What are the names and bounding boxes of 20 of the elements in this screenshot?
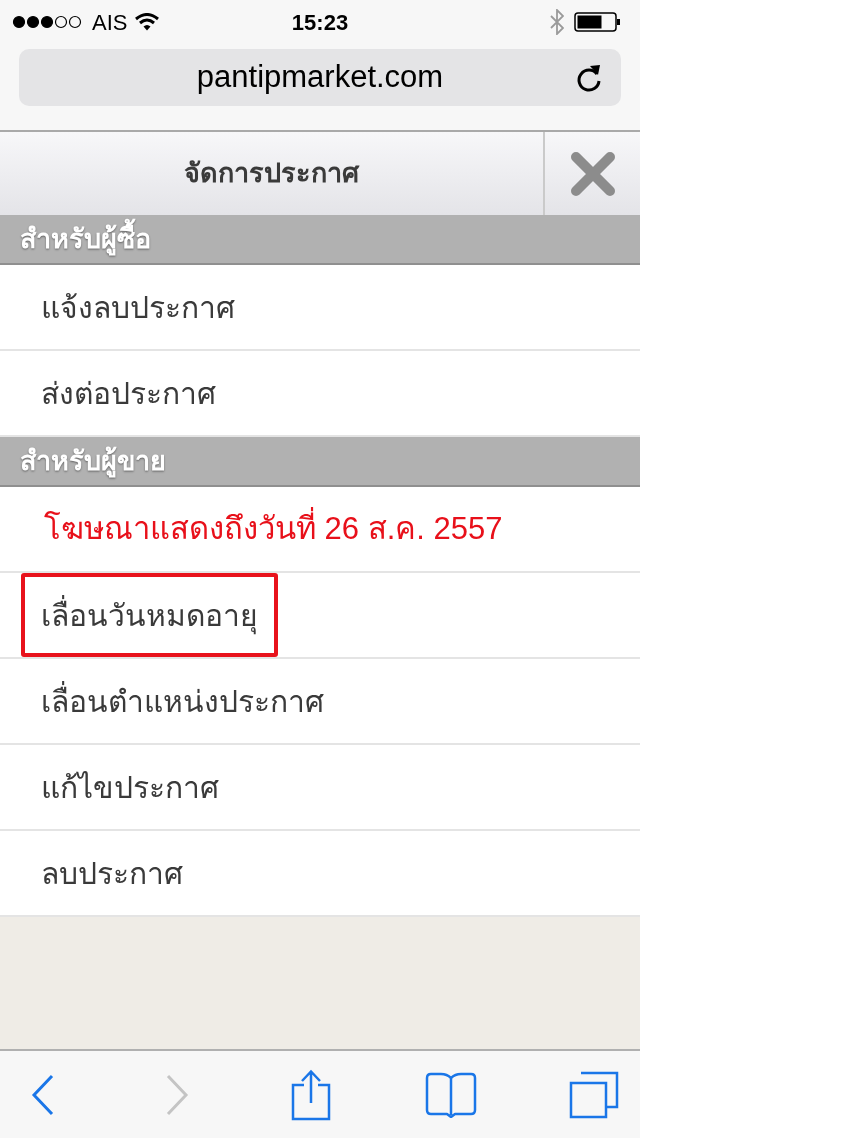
chevron-left-icon — [31, 1073, 55, 1116]
close-icon — [569, 150, 616, 197]
header-title: จัดการประกาศ — [184, 157, 359, 191]
section-header: สำหรับผู้ขาย — [0, 437, 640, 487]
chevron-right-icon — [165, 1073, 189, 1116]
bluetooth-icon — [550, 9, 564, 35]
battery-icon — [574, 12, 620, 32]
clock-time: 15:23 — [291, 8, 349, 37]
address-bar[interactable]: pantipmarket.com — [19, 49, 621, 106]
wifi-icon — [135, 13, 160, 31]
signal-strength-icon — [12, 15, 84, 29]
reload-icon — [575, 62, 603, 93]
open-book-icon — [425, 1071, 477, 1118]
overlapping-squares-icon — [569, 1070, 619, 1119]
section-header: สำหรับผู้ซื้อ — [0, 215, 640, 265]
carrier-name: AIS — [92, 8, 128, 37]
menu-item[interactable]: เลื่อนวันหมดอายุ — [0, 573, 640, 659]
expiry-notice: โฆษณาแสดงถึงวันที่ 26 ส.ค. 2557 — [44, 505, 503, 553]
url-text: pantipmarket.com — [196, 58, 444, 97]
share-icon — [291, 1068, 331, 1121]
